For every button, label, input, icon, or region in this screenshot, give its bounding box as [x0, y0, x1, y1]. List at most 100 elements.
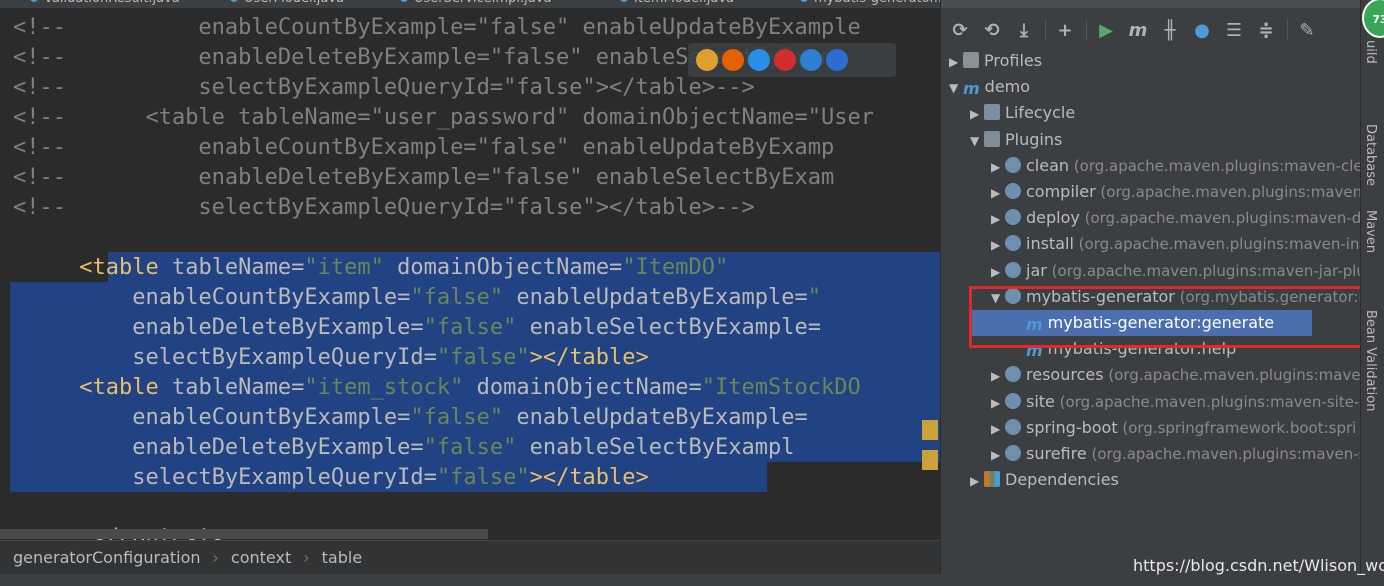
tree-node-label: clean: [1026, 155, 1070, 175]
chevron-right-icon[interactable]: ▶: [991, 259, 1005, 285]
tree-node-detail: (org.springframework.boot:spri: [1117, 418, 1357, 437]
code-line: enableCountByExample="false" enableUpdat…: [13, 403, 808, 433]
chevron-right-icon[interactable]: ▶: [991, 390, 1005, 416]
code-line: selectByExampleQueryId="false"></table>: [13, 343, 649, 373]
tree-node-label: surefire: [1026, 444, 1087, 463]
tree-node[interactable]: ▶ Lifecycle: [970, 100, 1075, 126]
firefox-icon[interactable]: [722, 49, 744, 71]
tree-node[interactable]: ▶ Profiles: [949, 48, 1042, 74]
plugin-icon: [1005, 235, 1021, 252]
chevron-right-icon: ›: [212, 548, 219, 567]
tree-node[interactable]: ▶ site (org.apache.maven.plugins:maven-si…: [991, 389, 1361, 415]
tool-tab-bean-validation[interactable]: Bean Validation: [1363, 310, 1378, 411]
chevron-right-icon[interactable]: ▶: [991, 363, 1005, 389]
tool-tab-maven[interactable]: Maven: [1363, 210, 1378, 253]
collapse-all-icon[interactable]: ≑: [1253, 17, 1279, 43]
tree-node-label: Profiles: [984, 51, 1043, 70]
code-token: enableCountByExample="false" enableUpdat…: [65, 15, 861, 40]
tree-node[interactable]: ▶ compiler (org.apache.maven.plugins:mave…: [991, 179, 1361, 205]
tree-node[interactable]: ▶ deploy (org.apache.maven.plugins:maven-…: [991, 205, 1361, 231]
tool-tab-build[interactable]: uild: [1363, 40, 1378, 64]
chevron-right-icon[interactable]: ▶: [991, 442, 1005, 468]
code-token: <table: [79, 255, 172, 280]
tree-node[interactable]: ▶ Dependencies: [970, 467, 1119, 493]
code-token: ></table>: [529, 345, 649, 370]
error-marker[interactable]: [922, 420, 938, 440]
tree-node[interactable]: ▶ surefire (org.apache.maven.plugins:mave…: [991, 441, 1361, 467]
plugin-icon: [1005, 209, 1021, 226]
code-token: enableDeleteByExample=: [132, 435, 424, 460]
chevron-down-icon[interactable]: ▼: [949, 75, 963, 101]
watermark-text: https://blog.csdn.net/Wlison_wong: [1133, 556, 1384, 575]
editor-tab[interactable]: ItemModel.java: [620, 0, 734, 7]
tool-tab-database[interactable]: Database: [1363, 124, 1378, 186]
error-marker[interactable]: [922, 450, 938, 470]
maven-panel-title: [941, 0, 1361, 8]
horizontal-scrollbar[interactable]: [0, 529, 488, 539]
code-token: enableDeleteByExample=: [132, 315, 424, 340]
code-token: "false": [436, 465, 530, 490]
chevron-right-icon[interactable]: ▶: [991, 180, 1005, 206]
download-icon[interactable]: ⤓: [1011, 17, 1037, 43]
reload-icon[interactable]: ⟳: [947, 17, 973, 43]
chevron-right-icon[interactable]: ▶: [949, 49, 963, 75]
chevron-right-icon[interactable]: ▶: [991, 416, 1005, 442]
tree-node[interactable]: ▶ install (org.apache.maven.plugins:maven…: [991, 231, 1361, 257]
ie-icon[interactable]: [800, 49, 822, 71]
tree-node-label: Plugins: [1005, 129, 1063, 149]
tree-node-detail: (org.apache.maven.plugins:maven-de: [1079, 209, 1361, 228]
breadcrumb: generatorConfiguration › context › table: [0, 540, 940, 574]
toggle-offline-icon[interactable]: ╫: [1157, 17, 1183, 43]
tree-node[interactable]: ▼ Plugins: [970, 127, 1062, 153]
generate-sources-icon[interactable]: ⟲: [979, 17, 1005, 43]
chrome-icon[interactable]: [696, 49, 718, 71]
tree-node-label: deploy: [1026, 208, 1080, 228]
plugin-icon: [1005, 366, 1021, 383]
chevron-right-icon[interactable]: ▶: [970, 468, 984, 494]
code-token: selectByExampleQueryId="false"></table>-…: [65, 75, 755, 100]
editor-tab[interactable]: UserModel.java: [230, 0, 344, 7]
editor-tab[interactable]: UserServiceImpl.java: [400, 0, 551, 7]
chevron-down-icon[interactable]: ▼: [970, 128, 984, 154]
tree-node-detail: (org.apache.maven.plugins:maven-jar-plu: [1046, 261, 1361, 280]
editor-tab[interactable]: ValidationResult.java: [30, 0, 180, 7]
edge-icon[interactable]: [826, 49, 848, 71]
show-dependencies-icon[interactable]: ☰: [1221, 17, 1247, 43]
breadcrumb-item[interactable]: table: [322, 548, 363, 567]
highlight-annotation-box: [969, 286, 1377, 348]
tree-node[interactable]: ▶ clean (org.apache.maven.plugins:maven-c…: [991, 153, 1361, 179]
chevron-right-icon[interactable]: ▶: [991, 206, 1005, 232]
chevron-right-icon[interactable]: ▶: [970, 101, 984, 127]
wrench-icon[interactable]: ✎: [1294, 17, 1320, 43]
editor-tab[interactable]: mybatis-generator...: [800, 0, 940, 7]
code-line: <!-- <table tableName="user_password" do…: [13, 103, 874, 133]
file-icon: [230, 0, 238, 2]
tree-node-detail: (org.apache.maven.plugins:maven: [1103, 366, 1361, 385]
breadcrumb-item[interactable]: generatorConfiguration: [13, 548, 201, 567]
maven-goal-icon[interactable]: m: [1125, 17, 1151, 43]
safari-icon[interactable]: [748, 49, 770, 71]
add-icon[interactable]: +: [1052, 17, 1078, 43]
tree-node-label: demo: [984, 77, 1031, 97]
tree-node[interactable]: ▶ jar (org.apache.maven.plugins:maven-jar…: [991, 258, 1361, 284]
breadcrumb-item[interactable]: context: [231, 548, 291, 567]
tree-node-detail: (org.apache.maven.plugins:maven-inst: [1073, 235, 1361, 254]
code-editor[interactable]: <!-- enableCountByExample="false" enable…: [0, 8, 940, 540]
code-token: <!--: [13, 15, 66, 40]
chevron-right-icon[interactable]: ▶: [991, 232, 1005, 258]
chevron-right-icon[interactable]: ▶: [991, 154, 1005, 180]
run-icon[interactable]: ▶: [1093, 17, 1119, 43]
code-line: <!-- selectByExampleQueryId="false"></ta…: [13, 193, 755, 223]
toolbar-divider: [1045, 19, 1046, 41]
plugin-icon: [1005, 392, 1021, 409]
skip-tests-icon[interactable]: ●: [1189, 17, 1215, 43]
tree-node[interactable]: ▶ spring-boot (org.springframework.boot:s…: [991, 415, 1356, 441]
code-token: enableSelectByExampl: [516, 435, 795, 460]
opera-icon[interactable]: [774, 49, 796, 71]
code-line: enableCountByExample="false" enableUpdat…: [13, 283, 821, 313]
tree-node[interactable]: ▶ resources (org.apache.maven.plugins:mav…: [991, 362, 1361, 388]
tree-node[interactable]: ▼ m demo: [949, 74, 1030, 100]
